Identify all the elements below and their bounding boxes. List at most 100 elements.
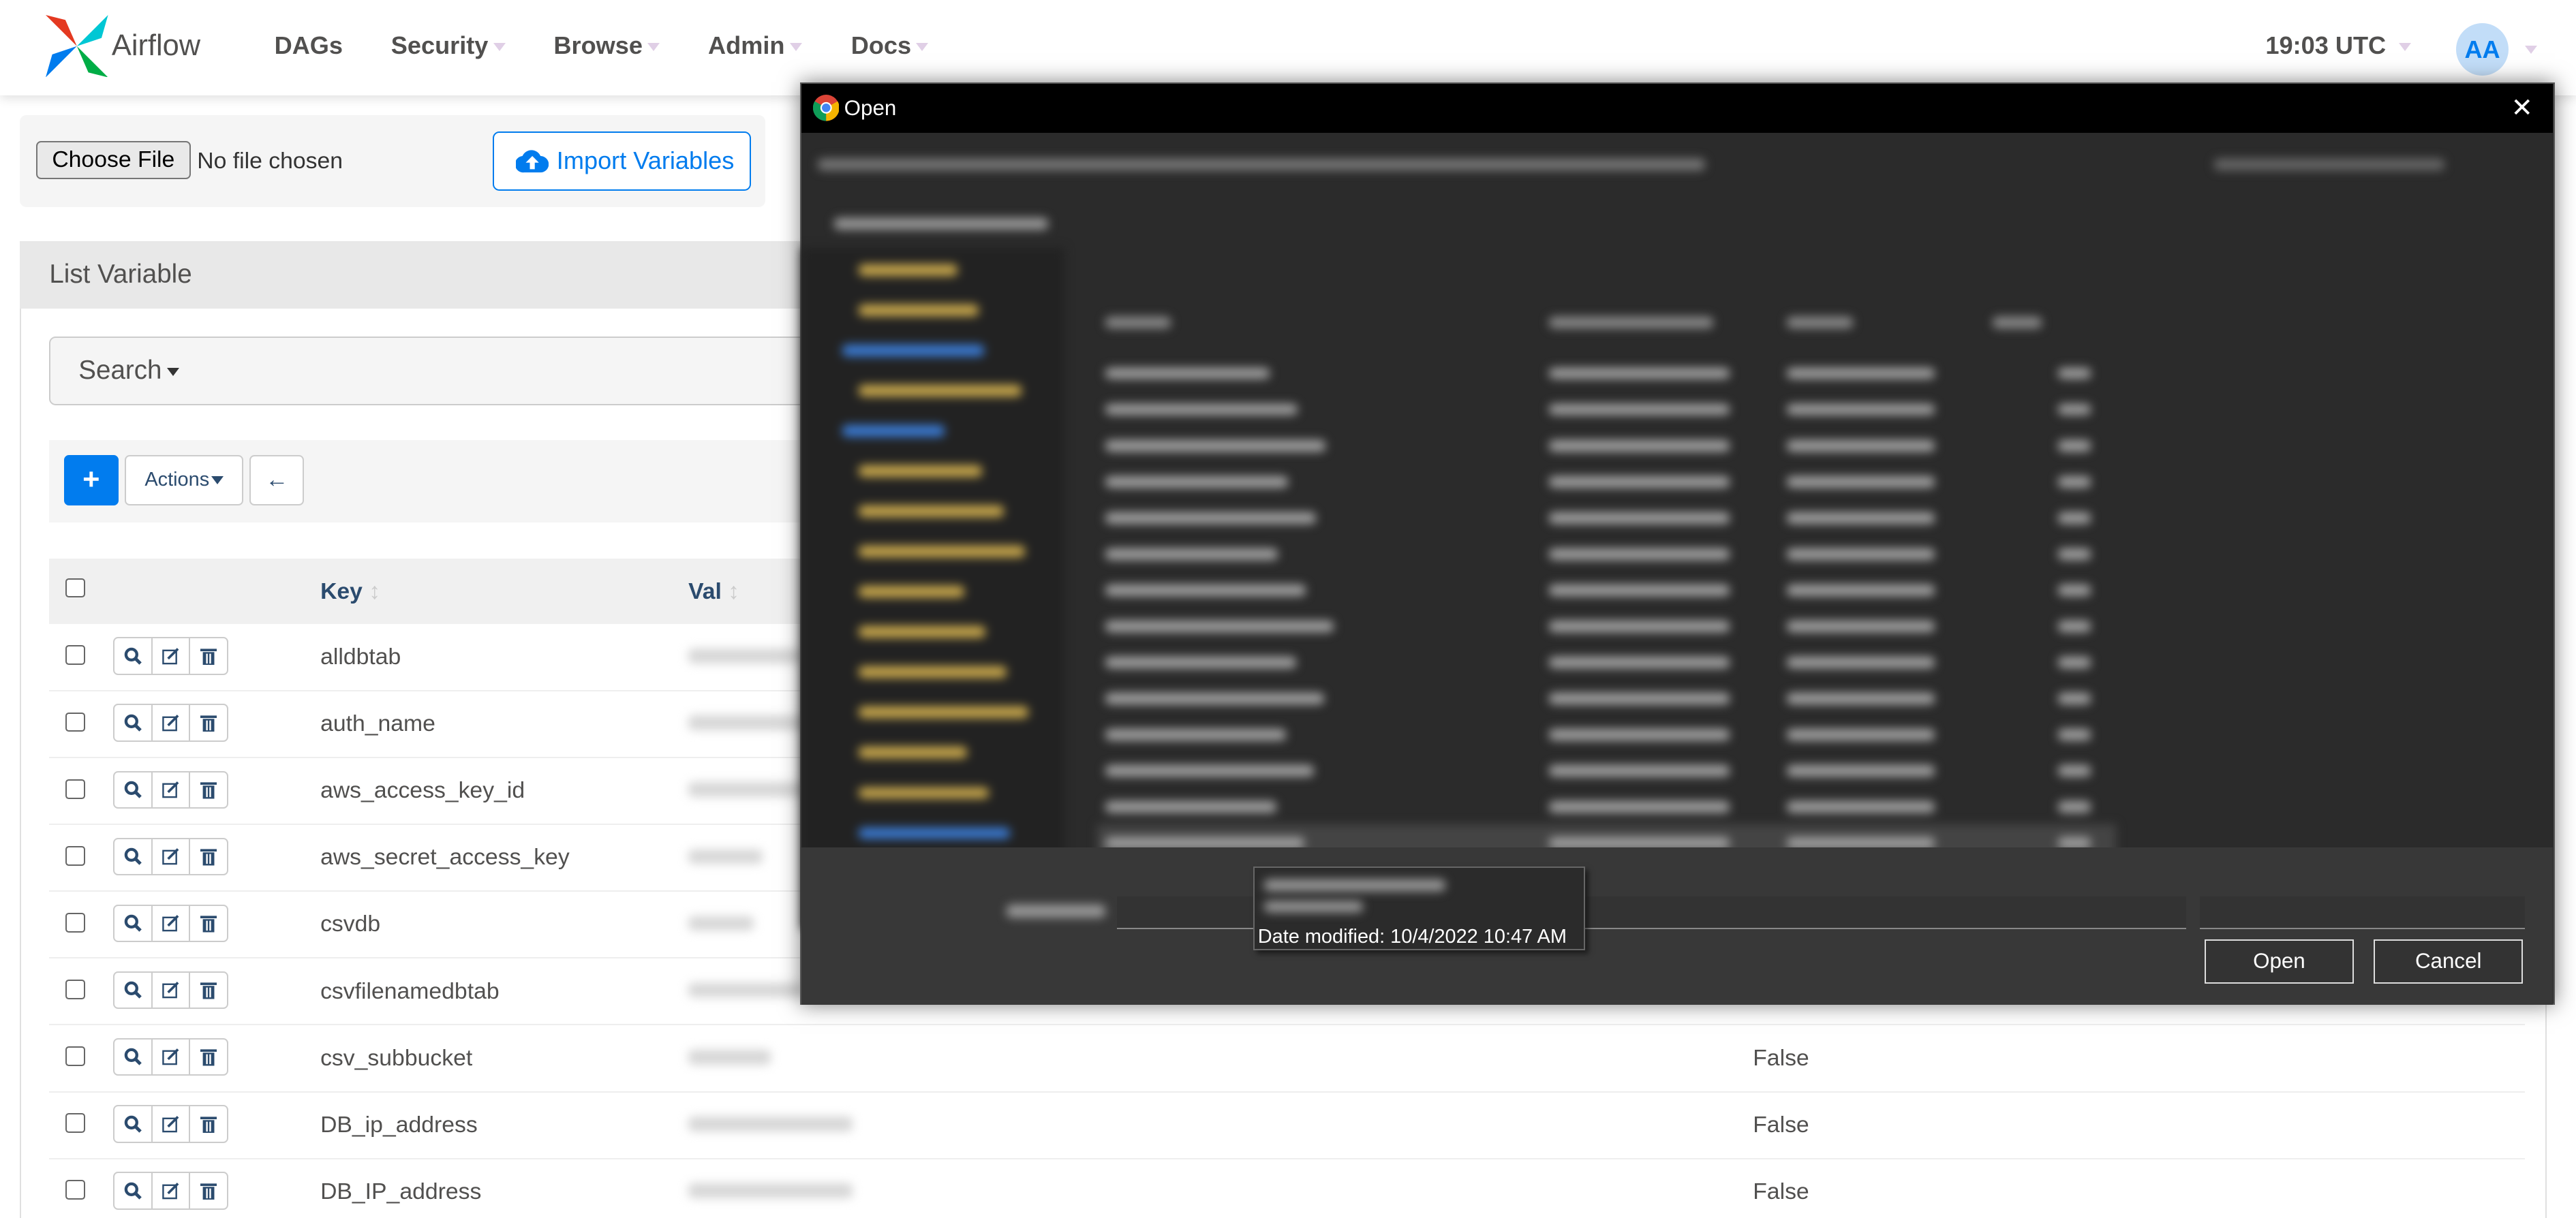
row-checkbox[interactable] xyxy=(65,1180,86,1200)
file-row-blurred xyxy=(1787,475,1935,488)
open-button[interactable]: Open xyxy=(2204,939,2355,984)
edit-button[interactable] xyxy=(153,972,191,1008)
file-type-select[interactable] xyxy=(2199,896,2525,930)
view-button[interactable] xyxy=(114,972,153,1008)
edit-icon xyxy=(162,915,179,932)
nav-label: Browse xyxy=(553,31,643,59)
file-row-blurred xyxy=(1548,656,1730,668)
file-row-blurred xyxy=(1548,475,1730,488)
row-actions xyxy=(113,704,229,742)
navbar: Airflow DAGs Security Browse Admin Docs … xyxy=(0,0,2576,95)
column-header-blurred xyxy=(1787,316,1853,328)
row-actions xyxy=(113,971,229,1010)
edit-icon xyxy=(162,1182,179,1200)
edit-button[interactable] xyxy=(153,772,191,808)
nav-admin[interactable]: Admin xyxy=(708,31,802,60)
caret-down-icon xyxy=(493,43,506,52)
row-checkbox[interactable] xyxy=(65,712,86,732)
time-dropdown[interactable]: 19:03 UTC xyxy=(2265,31,2412,60)
edit-icon xyxy=(162,647,179,665)
view-button[interactable] xyxy=(114,1040,153,1075)
file-row-blurred xyxy=(2058,548,2091,560)
view-button[interactable] xyxy=(114,705,153,740)
variable-value-blurred xyxy=(688,1116,853,1131)
caret-down-icon xyxy=(211,476,224,485)
row-checkbox[interactable] xyxy=(65,779,86,799)
is-encrypted: False xyxy=(1753,1044,1809,1071)
variable-value-blurred xyxy=(688,782,812,798)
nav-docs[interactable]: Docs xyxy=(851,31,929,60)
delete-button[interactable] xyxy=(190,1173,227,1208)
caret-down-icon[interactable] xyxy=(2525,46,2538,54)
row-actions xyxy=(113,1172,229,1210)
nav-label: Admin xyxy=(708,31,785,59)
file-row-blurred xyxy=(2058,800,2091,813)
table-row: DB_IP_address False xyxy=(49,1159,2525,1218)
edit-button[interactable] xyxy=(153,638,191,674)
add-button[interactable]: + xyxy=(64,454,119,506)
nav-security[interactable]: Security xyxy=(391,31,506,60)
back-button[interactable]: ← xyxy=(249,454,304,506)
file-row-blurred xyxy=(1548,548,1730,560)
delete-button[interactable] xyxy=(190,705,227,740)
row-checkbox[interactable] xyxy=(65,1046,86,1066)
view-button[interactable] xyxy=(114,839,153,875)
file-row-blurred xyxy=(1548,764,1730,777)
row-checkbox[interactable] xyxy=(65,1113,86,1134)
delete-button[interactable] xyxy=(190,906,227,941)
header-key[interactable]: Key ↕ xyxy=(320,578,380,605)
edit-button[interactable] xyxy=(153,1040,191,1075)
row-checkbox[interactable] xyxy=(65,979,86,999)
file-row-blurred xyxy=(1105,656,1296,668)
actions-label: Actions xyxy=(144,468,210,490)
edit-button[interactable] xyxy=(153,1106,191,1142)
view-button[interactable] xyxy=(114,638,153,674)
edit-button[interactable] xyxy=(153,839,191,875)
cancel-button[interactable]: Cancel xyxy=(2374,939,2524,984)
delete-button[interactable] xyxy=(190,772,227,807)
file-status: No file chosen xyxy=(197,147,343,174)
edit-button[interactable] xyxy=(153,1173,191,1208)
trash-icon xyxy=(200,1049,217,1066)
file-row-blurred xyxy=(1787,439,1935,452)
delete-button[interactable] xyxy=(190,839,227,874)
brand-name[interactable]: Airflow xyxy=(112,29,200,63)
file-row-blurred xyxy=(1105,728,1287,740)
view-button[interactable] xyxy=(114,1173,153,1208)
file-row-blurred xyxy=(1548,728,1730,740)
folder-item-blurred xyxy=(859,304,979,316)
delete-button[interactable] xyxy=(190,638,227,673)
delete-button[interactable] xyxy=(190,973,227,1008)
select-all-checkbox[interactable] xyxy=(65,578,86,598)
file-row-blurred xyxy=(1548,620,1730,632)
search-icon xyxy=(124,847,142,865)
nav-dags[interactable]: DAGs xyxy=(275,31,343,60)
column-header-blurred xyxy=(1992,316,2042,328)
avatar[interactable]: AA xyxy=(2455,22,2509,76)
delete-button[interactable] xyxy=(190,1106,227,1141)
edit-button[interactable] xyxy=(153,905,191,941)
delete-button[interactable] xyxy=(190,1040,227,1074)
open-file-dialog: Open ✕ Date modified: 10/4/2022 10:47 AM… xyxy=(800,82,2555,1005)
view-button[interactable] xyxy=(114,1106,153,1142)
actions-dropdown[interactable]: Actions xyxy=(125,454,243,506)
choose-file-button[interactable]: Choose File xyxy=(36,141,191,179)
row-checkbox[interactable] xyxy=(65,845,86,866)
row-checkbox[interactable] xyxy=(65,645,86,666)
tooltip: Date modified: 10/4/2022 10:47 AM xyxy=(1253,866,1585,951)
nav-browse[interactable]: Browse xyxy=(553,31,660,60)
file-row-blurred xyxy=(1105,403,1298,416)
edit-icon xyxy=(162,781,179,798)
dialog-titlebar: Open ✕ xyxy=(801,83,2553,133)
close-icon[interactable]: ✕ xyxy=(2511,84,2533,133)
header-val[interactable]: Val ↕ xyxy=(688,578,739,605)
folder-item-blurred xyxy=(859,706,1028,719)
airflow-logo-icon[interactable] xyxy=(46,14,109,78)
folder-item-blurred xyxy=(859,465,983,477)
search-icon xyxy=(124,647,142,665)
row-checkbox[interactable] xyxy=(65,912,86,933)
import-variables-button[interactable]: Import Variables xyxy=(493,131,751,191)
view-button[interactable] xyxy=(114,772,153,808)
view-button[interactable] xyxy=(114,905,153,941)
edit-button[interactable] xyxy=(153,705,191,740)
